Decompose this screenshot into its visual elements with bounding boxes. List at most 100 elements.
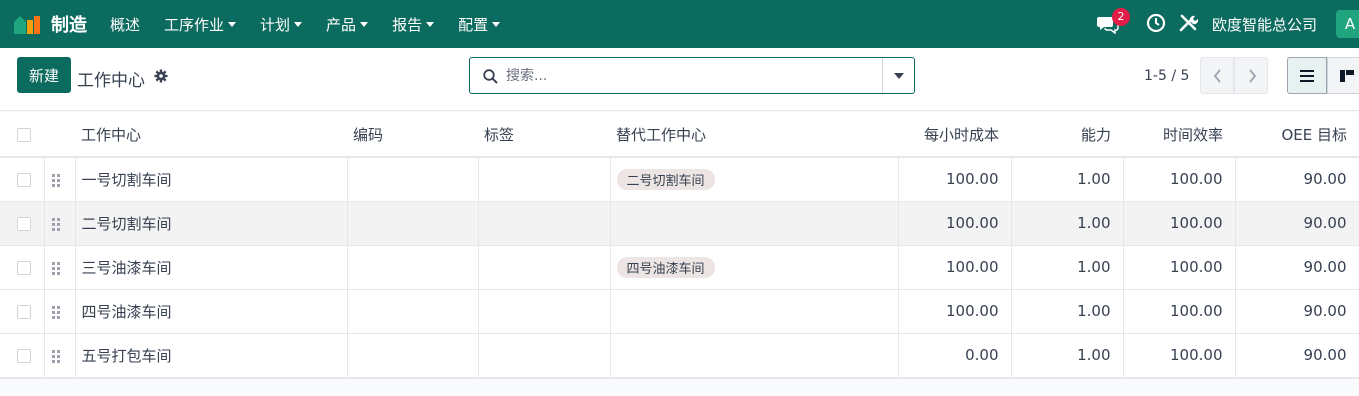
cost-cell[interactable]: 100.00 [898, 201, 1012, 246]
workcenter-name-cell[interactable]: 一号切割车间 [75, 157, 348, 202]
cost-cell[interactable]: 0.00 [898, 333, 1012, 378]
workcenter-name-cell[interactable]: 三号油漆车间 [75, 245, 348, 290]
tags-cell[interactable] [478, 245, 611, 290]
column-header-efficiency[interactable]: 时间效率 [1123, 112, 1235, 158]
capacity-cell[interactable]: 1.00 [1011, 289, 1124, 334]
kanban-view-button[interactable] [1327, 57, 1359, 94]
menu-planning[interactable]: 计划 [260, 0, 303, 48]
drag-handle-icon[interactable] [51, 217, 61, 231]
pager-value[interactable]: 1-5 / 5 [1144, 68, 1189, 84]
page-title: 工作中心 [77, 71, 145, 91]
alternative-tag[interactable]: 二号切割车间 [616, 168, 715, 190]
drag-handle-cell[interactable] [44, 289, 76, 334]
code-cell[interactable] [347, 333, 479, 378]
table-row[interactable]: 二号切割车间 100.00 1.00 100.00 90.00 [0, 201, 1359, 246]
table-row[interactable]: 三号油漆车间 四号油漆车间 100.00 1.00 100.00 90.00 [0, 245, 1359, 290]
drag-handle-icon[interactable] [51, 349, 61, 363]
drag-handle-cell[interactable] [44, 333, 76, 378]
pager-previous-button[interactable] [1200, 57, 1234, 94]
tags-cell[interactable] [478, 289, 611, 334]
oee-cell[interactable]: 90.00 [1235, 157, 1359, 202]
workcenter-name-cell[interactable]: 四号油漆车间 [75, 289, 348, 334]
search-options-toggle[interactable] [882, 58, 914, 93]
drag-handle-cell[interactable] [44, 245, 76, 290]
oee-cell[interactable]: 90.00 [1235, 245, 1359, 290]
cost-cell[interactable]: 100.00 [898, 245, 1012, 290]
new-button[interactable]: 新建 [17, 57, 71, 93]
capacity-cell[interactable]: 1.00 [1011, 201, 1124, 246]
tags-cell[interactable] [478, 201, 611, 246]
table-row[interactable]: 五号打包车间 0.00 1.00 100.00 90.00 [0, 333, 1359, 378]
efficiency-cell[interactable]: 100.00 [1123, 245, 1236, 290]
row-checkbox[interactable] [17, 216, 31, 231]
message-count-badge: 2 [1112, 8, 1130, 26]
row-select-cell [0, 201, 45, 246]
code-cell[interactable] [347, 245, 479, 290]
menu-operations[interactable]: 工序作业 [164, 0, 237, 48]
workcenter-name-cell[interactable]: 二号切割车间 [75, 201, 348, 246]
column-header-oee[interactable]: OEE 目标 [1235, 112, 1359, 158]
menu-planning-label: 计划 [260, 15, 291, 34]
tags-cell[interactable] [478, 157, 611, 202]
table-row[interactable]: 一号切割车间 二号切割车间 100.00 1.00 100.00 90.00 [0, 157, 1359, 202]
gear-icon[interactable] [154, 69, 168, 83]
table-row[interactable]: 四号油漆车间 100.00 1.00 100.00 90.00 [0, 289, 1359, 334]
pager-next-button[interactable] [1234, 57, 1268, 94]
activity-clock-icon[interactable] [1146, 13, 1166, 33]
debug-tools-icon[interactable] [1178, 13, 1198, 33]
capacity-cell[interactable]: 1.00 [1011, 157, 1124, 202]
alternative-cell[interactable]: 二号切割车间 [610, 157, 899, 202]
drag-handle-icon[interactable] [51, 173, 61, 187]
column-header-tags[interactable]: 标签 [478, 112, 610, 158]
efficiency-cell[interactable]: 100.00 [1123, 333, 1236, 378]
code-cell[interactable] [347, 201, 479, 246]
row-checkbox[interactable] [17, 348, 31, 363]
oee-cell[interactable]: 90.00 [1235, 289, 1359, 334]
column-header-capacity[interactable]: 能力 [1011, 112, 1123, 158]
alternative-tag[interactable]: 四号油漆车间 [616, 256, 715, 278]
cost-cell[interactable]: 100.00 [898, 289, 1012, 334]
row-checkbox[interactable] [17, 304, 31, 319]
code-cell[interactable] [347, 289, 479, 334]
drag-handle-cell[interactable] [44, 201, 76, 246]
alternative-cell[interactable] [610, 289, 899, 334]
menu-reporting[interactable]: 报告 [392, 0, 435, 48]
table-bottom-border [0, 377, 1359, 379]
row-checkbox[interactable] [17, 172, 31, 187]
efficiency-cell[interactable]: 100.00 [1123, 201, 1236, 246]
app-name[interactable]: 制造 [51, 11, 87, 37]
capacity-cell[interactable]: 1.00 [1011, 245, 1124, 290]
cost-cell[interactable]: 100.00 [898, 157, 1012, 202]
alternative-cell[interactable]: 四号油漆车间 [610, 245, 899, 290]
select-all-checkbox[interactable] [17, 127, 31, 142]
row-checkbox[interactable] [17, 260, 31, 275]
column-header-alternative[interactable]: 替代工作中心 [610, 112, 898, 158]
column-header-cost[interactable]: 每小时成本 [898, 112, 1011, 158]
efficiency-cell[interactable]: 100.00 [1123, 289, 1236, 334]
drag-handle-icon[interactable] [51, 305, 61, 319]
efficiency-cell[interactable]: 100.00 [1123, 157, 1236, 202]
tags-cell[interactable] [478, 333, 611, 378]
table-header-row: 工作中心 编码 标签 替代工作中心 每小时成本 能力 时间效率 OEE 目标 [0, 112, 1359, 158]
workcenter-name-cell[interactable]: 五号打包车间 [75, 333, 348, 378]
oee-cell[interactable]: 90.00 [1235, 333, 1359, 378]
column-header-workcenter[interactable]: 工作中心 [75, 112, 347, 158]
menu-products[interactable]: 产品 [326, 0, 369, 48]
drag-handle-cell[interactable] [44, 157, 76, 202]
company-switcher[interactable]: 欧度智能总公司 [1212, 14, 1317, 35]
alternative-cell[interactable] [610, 201, 899, 246]
chevron-down-icon [294, 21, 303, 27]
search-input[interactable] [504, 58, 874, 93]
manufacturing-app-icon[interactable] [12, 12, 44, 36]
oee-cell[interactable]: 90.00 [1235, 201, 1359, 246]
menu-overview[interactable]: 概述 [110, 0, 140, 48]
menu-configuration[interactable]: 配置 [458, 0, 501, 48]
menu-operations-label: 工序作业 [164, 15, 225, 34]
code-cell[interactable] [347, 157, 479, 202]
capacity-cell[interactable]: 1.00 [1011, 333, 1124, 378]
list-view-button[interactable] [1287, 57, 1327, 94]
column-header-code[interactable]: 编码 [347, 112, 478, 158]
alternative-cell[interactable] [610, 333, 899, 378]
drag-handle-icon[interactable] [51, 261, 61, 275]
user-avatar[interactable]: A [1336, 10, 1359, 38]
